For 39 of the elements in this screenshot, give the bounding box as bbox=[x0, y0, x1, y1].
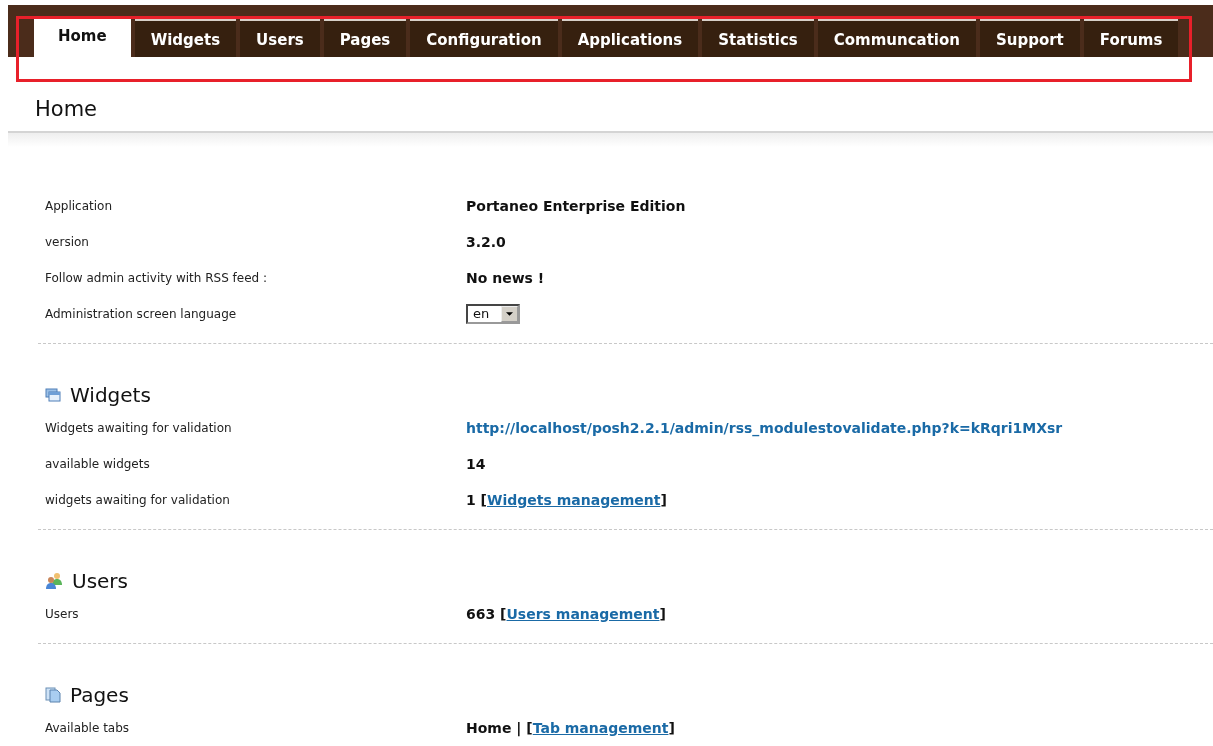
nav-tab[interactable]: Widgets bbox=[134, 19, 237, 57]
window-icon bbox=[45, 387, 61, 403]
field-label: Administration screen language bbox=[45, 307, 238, 321]
field-value: 3.2.0 bbox=[466, 234, 506, 250]
field-value: Home | [Tab management] bbox=[466, 720, 675, 736]
field-label: Widgets awaiting for validation bbox=[45, 421, 233, 435]
nav-tab[interactable]: Support bbox=[979, 19, 1080, 57]
nav-tab[interactable]: Communcation bbox=[817, 19, 976, 57]
feed-link[interactable]: http://localhost/posh2.2.1/admin/rss_modulestovalidate.php?k=kRqri1MXsr bbox=[466, 420, 1063, 436]
nav-tab[interactable]: Configuration bbox=[410, 19, 558, 57]
section-title: Pages bbox=[70, 683, 129, 707]
field-value: Portaneo Enterprise Edition bbox=[466, 198, 686, 214]
field-label: Available tabs bbox=[45, 721, 131, 735]
nav-tab[interactable]: Statistics bbox=[702, 19, 814, 57]
pages-icon bbox=[45, 687, 61, 703]
nav-tab[interactable]: Applications bbox=[561, 19, 699, 57]
management-link[interactable]: Widgets management bbox=[487, 492, 661, 508]
field-label: Follow admin activity with RSS feed : bbox=[45, 271, 269, 285]
nav-tab[interactable]: Forums bbox=[1083, 19, 1179, 57]
field-value: 14 bbox=[466, 456, 486, 472]
section-title: Widgets bbox=[70, 383, 151, 407]
section-title: Users bbox=[72, 569, 128, 593]
field-value: 1 [Widgets management] bbox=[466, 492, 667, 508]
field-label: available widgets bbox=[45, 457, 151, 471]
nav-tab[interactable]: Home bbox=[34, 19, 131, 57]
caret-icon bbox=[506, 312, 513, 316]
field-label: widgets awaiting for validation bbox=[45, 493, 231, 507]
field-value: No news ! bbox=[466, 270, 545, 286]
language-select[interactable]: en bbox=[466, 304, 520, 324]
field-label: Users bbox=[45, 607, 80, 621]
management-link[interactable]: Users management bbox=[506, 606, 660, 622]
field-label: version bbox=[45, 235, 90, 249]
field-label: Application bbox=[45, 199, 114, 213]
management-link[interactable]: Tab management bbox=[532, 720, 669, 736]
nav-tab[interactable]: Users bbox=[240, 19, 320, 57]
nav-tab[interactable]: Pages bbox=[323, 19, 407, 57]
page-title: Home bbox=[35, 97, 97, 121]
field-value: 663 [Users management] bbox=[466, 606, 666, 622]
users-icon bbox=[45, 572, 63, 590]
